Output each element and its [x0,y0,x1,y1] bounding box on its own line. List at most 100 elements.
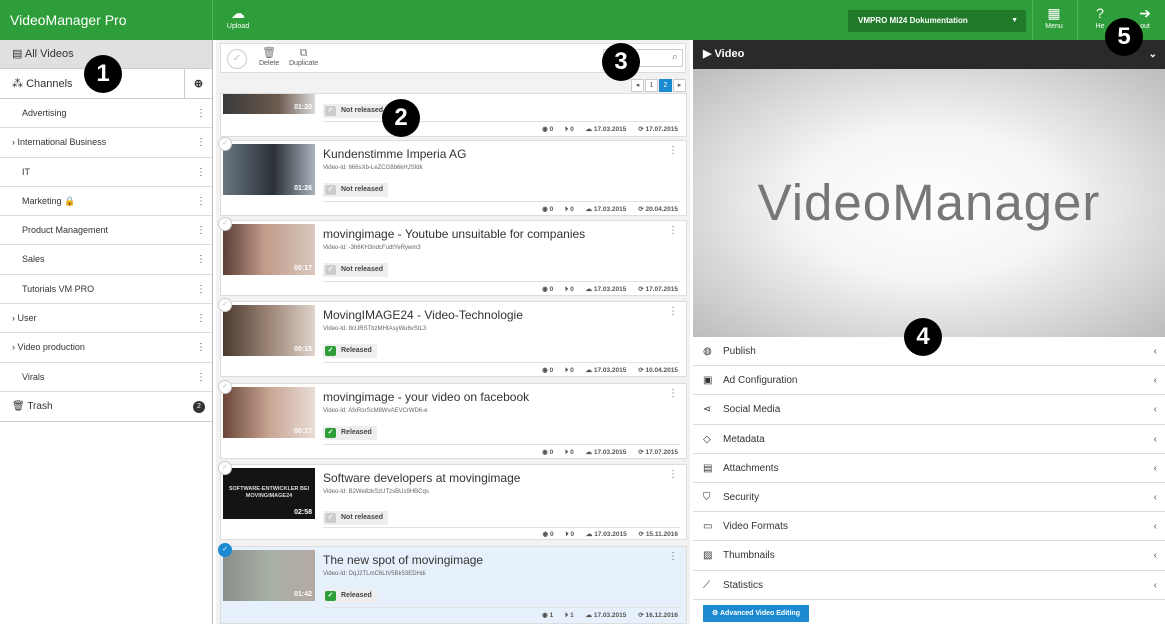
duration-label: 00:17 [294,265,312,272]
page-button-current[interactable]: 2 [659,79,672,92]
eye-icon: ◉ [542,612,548,619]
select-checkbox[interactable]: ✓ [218,137,232,151]
video-title[interactable]: MovingIMAGE24 - Video-Technologie [323,308,523,322]
video-card[interactable]: ✓ SOFTWARE-ENTWICKLER BEI MOVINGIMAGE24 … [218,461,687,540]
callout-marker: 2 [382,99,420,137]
video-title[interactable]: The new spot of movingimage [323,553,483,567]
page-button[interactable]: 1 [645,79,658,92]
chevron-left-icon: ‹ [1153,521,1157,533]
more-vertical-icon[interactable]: ⋮ [668,388,678,399]
section-video-formats[interactable]: ▭ Video Formats ‹ [693,512,1165,542]
chevron-right-icon[interactable]: › [12,137,15,147]
more-vertical-icon[interactable]: ⋮ [668,306,678,317]
select-checkbox[interactable]: ✓ [218,543,232,557]
add-channel-button[interactable]: ⊕ [184,69,212,99]
video-thumbnail[interactable]: 00:15 [223,305,315,356]
next-page-button[interactable]: ▸ [673,79,686,92]
more-vertical-icon[interactable]: ⋮ [196,245,206,274]
channel-item-marketing[interactable]: Marketing 🔒 ⋮ [0,187,212,217]
chevron-right-icon[interactable]: › [12,313,15,323]
status-badge: ✓ Released [323,344,377,358]
chevron-down-icon[interactable]: ⌄ [1149,40,1157,69]
more-vertical-icon[interactable]: ⋮ [196,216,206,245]
image-icon: ▨ [703,550,713,562]
video-card-selected[interactable]: ✓ 01:42 The new spot of movingimage ⋮ Vi… [218,543,687,624]
plays-count: 0 [570,126,574,133]
play-icon: ⏵ [565,286,569,293]
video-thumbnail[interactable]: 00:17 [223,387,315,438]
more-vertical-icon[interactable]: ⋮ [196,99,206,128]
select-checkbox[interactable]: ✓ [218,380,232,394]
more-vertical-icon[interactable]: ⋮ [196,304,206,333]
video-card[interactable]: ✓ 01:26 Kundenstimme Imperia AG ⋮ Video-… [218,137,687,216]
status-badge: ✓ Released [323,589,377,603]
select-checkbox[interactable]: ✓ [218,461,232,475]
divider [323,201,680,202]
prev-page-button[interactable]: ◂ [631,79,644,92]
channel-item-it[interactable]: IT ⋮ [0,158,212,187]
video-card[interactable]: ✓ 00:17 movingimage - Youtube unsuitable… [218,217,687,296]
video-card[interactable]: 01:20 ✓ Not released ◉ 0 ⏵ 0 ☁ 17.03.2015… [220,93,687,137]
more-vertical-icon[interactable]: ⋮ [196,275,206,304]
more-vertical-icon[interactable]: ⋮ [668,469,678,480]
section-metadata[interactable]: ◇ Metadata ‹ [693,425,1165,454]
video-title[interactable]: Kundenstimme Imperia AG [323,147,466,161]
trash-item[interactable]: 🗑 Trash 2 [0,392,212,422]
question-icon: ? [1096,5,1104,21]
more-vertical-icon[interactable]: ⋮ [196,158,206,187]
channel-item-international-business[interactable]: › International Business ⋮ [0,128,212,158]
more-vertical-icon[interactable]: ⋮ [196,333,206,362]
more-vertical-icon[interactable]: ⋮ [196,363,206,392]
video-title[interactable]: movingimage - your video on facebook [323,390,529,404]
channel-item-user[interactable]: › User ⋮ [0,304,212,334]
select-checkbox[interactable]: ✓ [218,217,232,231]
video-thumbnail[interactable]: 01:26 [223,144,315,195]
channel-item-product-management[interactable]: Product Management ⋮ [0,216,212,246]
advanced-video-editing-button[interactable]: ⚙ Advanced Video Editing [703,605,809,622]
section-ad-configuration[interactable]: ▣ Ad Configuration ‹ [693,366,1165,396]
project-select[interactable]: VMPRO MI24 Dokumentation ▼ [848,10,1026,32]
section-statistics[interactable]: ⟋ Statistics ‹ [693,571,1165,600]
section-label: Attachments [723,462,779,474]
video-thumbnail[interactable]: 01:20 [223,94,315,114]
chevron-right-icon[interactable]: › [12,342,15,352]
section-thumbnails[interactable]: ▨ Thumbnails ‹ [693,541,1165,571]
video-card[interactable]: ✓ 00:15 MovingIMAGE24 - Video-Technologi… [218,298,687,377]
video-thumbnail[interactable]: SOFTWARE-ENTWICKLER BEI MOVINGIMAGE24 02… [223,468,315,519]
select-checkbox[interactable]: ✓ [218,298,232,312]
refresh-icon: ⟳ [638,286,644,293]
video-thumbnail[interactable]: 00:17 [223,224,315,275]
more-vertical-icon[interactable]: ⋮ [196,187,206,216]
menu-button[interactable]: ▦ Menu [1040,4,1068,31]
channel-item-tutorials[interactable]: Tutorials VM PRO ⋮ [0,275,212,305]
upload-button[interactable]: ☁ Upload [222,4,254,31]
play-circle-icon: ▶ [703,48,712,60]
channel-item-sales[interactable]: Sales ⋮ [0,245,212,275]
more-vertical-icon[interactable]: ⋮ [668,225,678,236]
section-security[interactable]: ⛉ Security ‹ [693,483,1165,513]
status-icon: ✓ [325,185,336,195]
section-attachments[interactable]: ▤ Attachments ‹ [693,454,1165,483]
video-thumbnail[interactable]: 01:42 [223,550,315,601]
status-label: Released [341,347,372,354]
eye-icon: ◉ [542,126,548,133]
section-social-media[interactable]: ⋖ Social Media ‹ [693,395,1165,425]
eye-icon: ◉ [542,449,548,456]
eye-icon: ◉ [542,286,548,293]
video-title[interactable]: Software developers at movingimage [323,471,520,485]
video-card[interactable]: ✓ 00:17 movingimage - your video on face… [218,380,687,459]
more-vertical-icon[interactable]: ⋮ [196,128,206,157]
video-panel-header[interactable]: ▶ Video ⌄ [693,40,1165,69]
select-all-checkbox[interactable]: ✓ [227,49,247,69]
duplicate-button[interactable]: ⧉ Duplicate [289,47,318,67]
channel-item-virals[interactable]: Virals ⋮ [0,363,212,392]
more-vertical-icon[interactable]: ⋮ [668,551,678,562]
video-title[interactable]: movingimage - Youtube unsuitable for com… [323,227,585,241]
more-vertical-icon[interactable]: ⋮ [668,145,678,156]
play-icon: ⏵ [565,612,569,619]
channel-item-advertising[interactable]: Advertising ⋮ [0,99,212,129]
status-label: Released [341,429,372,436]
channel-item-video-production[interactable]: › Video production ⋮ [0,333,212,363]
delete-button[interactable]: 🗑 Delete [259,47,279,67]
video-player[interactable]: VideoManager [693,69,1165,337]
